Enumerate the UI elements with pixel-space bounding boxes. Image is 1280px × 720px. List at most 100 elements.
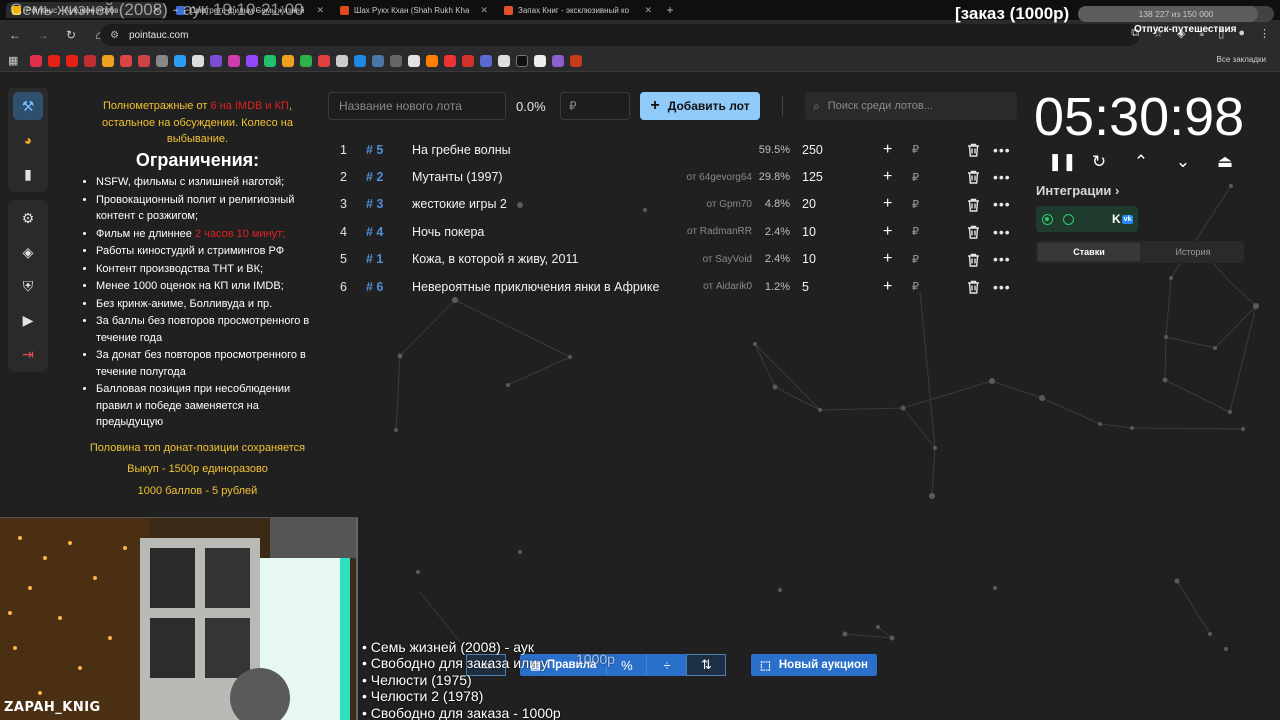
integration-active-radio[interactable] (1042, 213, 1053, 225)
bookmark-icon[interactable] (462, 54, 474, 67)
twitch-bookmark-icon[interactable] (246, 54, 258, 67)
bookmark-icon[interactable] (408, 54, 420, 67)
new-lot-amount-input[interactable]: ₽ (560, 92, 630, 120)
new-tab-icon[interactable]: + (662, 3, 678, 17)
add-amount-icon[interactable]: + (883, 250, 892, 268)
bookmark-icon[interactable] (30, 54, 42, 67)
more-options-icon[interactable]: ••• (993, 142, 1011, 158)
add-amount-icon[interactable]: + (883, 141, 892, 159)
new-lot-name-input[interactable]: Название нового лота (328, 92, 506, 120)
browser-tab-zapah-knig[interactable]: Запах Книг - эксклюзивный ко ✕ (498, 2, 658, 18)
tab-bets[interactable]: Ставки (1038, 243, 1140, 261)
lot-search-input[interactable]: ⌕ Поиск среди лотов... (805, 92, 1017, 120)
more-options-icon[interactable]: ••• (993, 196, 1011, 212)
more-options-icon[interactable]: ••• (993, 251, 1011, 267)
auction-icon[interactable]: ⚒ (13, 92, 43, 120)
add-lot-button[interactable]: + Добавить лот (640, 92, 760, 120)
lot-amount[interactable]: 250 (802, 143, 823, 157)
address-bar[interactable]: ⚙ pointauc.com (100, 24, 1140, 46)
lot-name[interactable]: На гребне волны (412, 143, 511, 157)
add-amount-icon[interactable]: + (883, 168, 892, 186)
delete-icon[interactable] (967, 225, 980, 239)
layers-icon[interactable]: ◈ (13, 238, 43, 266)
lot-amount[interactable]: 125 (802, 170, 823, 184)
new-auction-button[interactable]: ⬚ Новый аукцион (751, 654, 877, 676)
browser-tab-shahrukh[interactable]: Шах Рукх Кхан (Shah Rukh Kha ✕ (334, 2, 494, 18)
bookmark-icon[interactable] (552, 54, 564, 67)
bookmark-icon[interactable] (570, 54, 582, 67)
integration-inactive-radio[interactable] (1063, 213, 1074, 225)
lot-amount[interactable]: 10 (802, 225, 816, 239)
eject-icon[interactable]: ⏏ (1216, 152, 1234, 172)
pause-icon[interactable]: ❚❚ (1048, 152, 1077, 172)
bookmark-icon[interactable] (138, 54, 150, 67)
settings-icon[interactable]: ⚙ (13, 204, 43, 232)
bookmark-icon[interactable] (354, 54, 366, 67)
mail-bookmark-icon[interactable] (102, 54, 114, 67)
sort-icon[interactable]: ⇅ (686, 654, 727, 676)
logout-icon[interactable]: ⇥ (13, 340, 43, 368)
delete-icon[interactable] (967, 143, 980, 157)
chevron-down-icon[interactable]: ⌄ (1174, 152, 1192, 172)
bookmark-icon[interactable] (480, 54, 492, 67)
youtube-bookmark-icon[interactable] (66, 54, 78, 67)
youtube-bookmark-icon[interactable] (48, 54, 60, 67)
forward-icon[interactable]: → (36, 28, 50, 42)
bookmark-icon[interactable] (498, 54, 510, 67)
menu-icon[interactable]: ⋮ (1259, 27, 1270, 40)
back-icon[interactable]: ← (8, 28, 22, 42)
bookmark-icon[interactable] (120, 54, 132, 67)
bookmark-icon[interactable] (444, 54, 456, 67)
video-icon[interactable]: ▶ (13, 306, 43, 334)
bookmark-icon[interactable] (282, 54, 294, 67)
more-options-icon[interactable]: ••• (993, 279, 1011, 295)
all-bookmarks-link[interactable]: Все закладки (1217, 55, 1266, 64)
bookmark-icon[interactable] (426, 54, 438, 67)
integrations-link[interactable]: Интеграции › (1036, 183, 1119, 198)
lot-name[interactable]: Невероятные приключения янки в Африке (412, 280, 659, 294)
pie-chart-icon[interactable]: ◕ (13, 126, 43, 154)
bookmark-icon[interactable] (264, 54, 276, 67)
lot-name[interactable]: Мутанты (1997) (412, 170, 503, 184)
close-icon[interactable]: ✕ (480, 5, 488, 16)
bookmark-icon[interactable] (516, 54, 528, 67)
bookmark-icon[interactable] (300, 54, 312, 67)
bookmark-icon[interactable] (228, 54, 240, 67)
bookmark-icon[interactable] (192, 54, 204, 67)
apps-grid-icon[interactable]: ▦ (8, 54, 24, 67)
bookmark-icon[interactable] (534, 54, 546, 67)
bookmark-icon[interactable] (156, 54, 168, 67)
delete-icon[interactable] (967, 253, 980, 267)
lot-amount[interactable]: 20 (802, 197, 816, 211)
reset-icon[interactable]: ↻ (1090, 152, 1108, 172)
lot-name[interactable]: Кожа, в которой я живу, 2011 (412, 252, 578, 266)
add-amount-icon[interactable]: + (883, 195, 892, 213)
lot-name[interactable]: жестокие игры 2 (412, 197, 507, 211)
tab-history[interactable]: История (1142, 241, 1244, 263)
vk-bookmark-icon[interactable] (372, 54, 384, 67)
divide-icon[interactable]: ÷ (646, 654, 687, 676)
bar-chart-icon[interactable]: ▮ (13, 160, 43, 188)
add-amount-icon[interactable]: + (883, 223, 892, 241)
delete-icon[interactable] (967, 170, 980, 185)
more-options-icon[interactable]: ••• (993, 169, 1011, 185)
bookmark-icon[interactable] (210, 54, 222, 67)
bookmark-icon[interactable] (84, 54, 96, 67)
more-options-icon[interactable]: ••• (993, 224, 1011, 240)
lot-name[interactable]: Ночь покера (412, 225, 484, 239)
bookmark-icon[interactable] (390, 54, 402, 67)
close-icon[interactable]: ✕ (316, 5, 324, 16)
reload-icon[interactable]: ↻ (64, 28, 78, 42)
add-amount-icon[interactable]: + (883, 278, 892, 296)
site-info-icon[interactable]: ⚙ (110, 30, 119, 41)
close-icon[interactable]: ✕ (644, 5, 652, 16)
shield-icon[interactable]: ⛨ (13, 272, 43, 300)
bookmark-icon[interactable] (318, 54, 330, 67)
lot-amount[interactable]: 5 (802, 280, 809, 294)
delete-icon[interactable] (967, 198, 980, 212)
bookmark-icon[interactable] (336, 54, 348, 67)
chevron-up-icon[interactable]: ⌃ (1132, 152, 1150, 172)
delete-icon[interactable] (967, 280, 980, 294)
bookmark-icon[interactable] (174, 54, 186, 67)
lot-amount[interactable]: 10 (802, 252, 816, 266)
